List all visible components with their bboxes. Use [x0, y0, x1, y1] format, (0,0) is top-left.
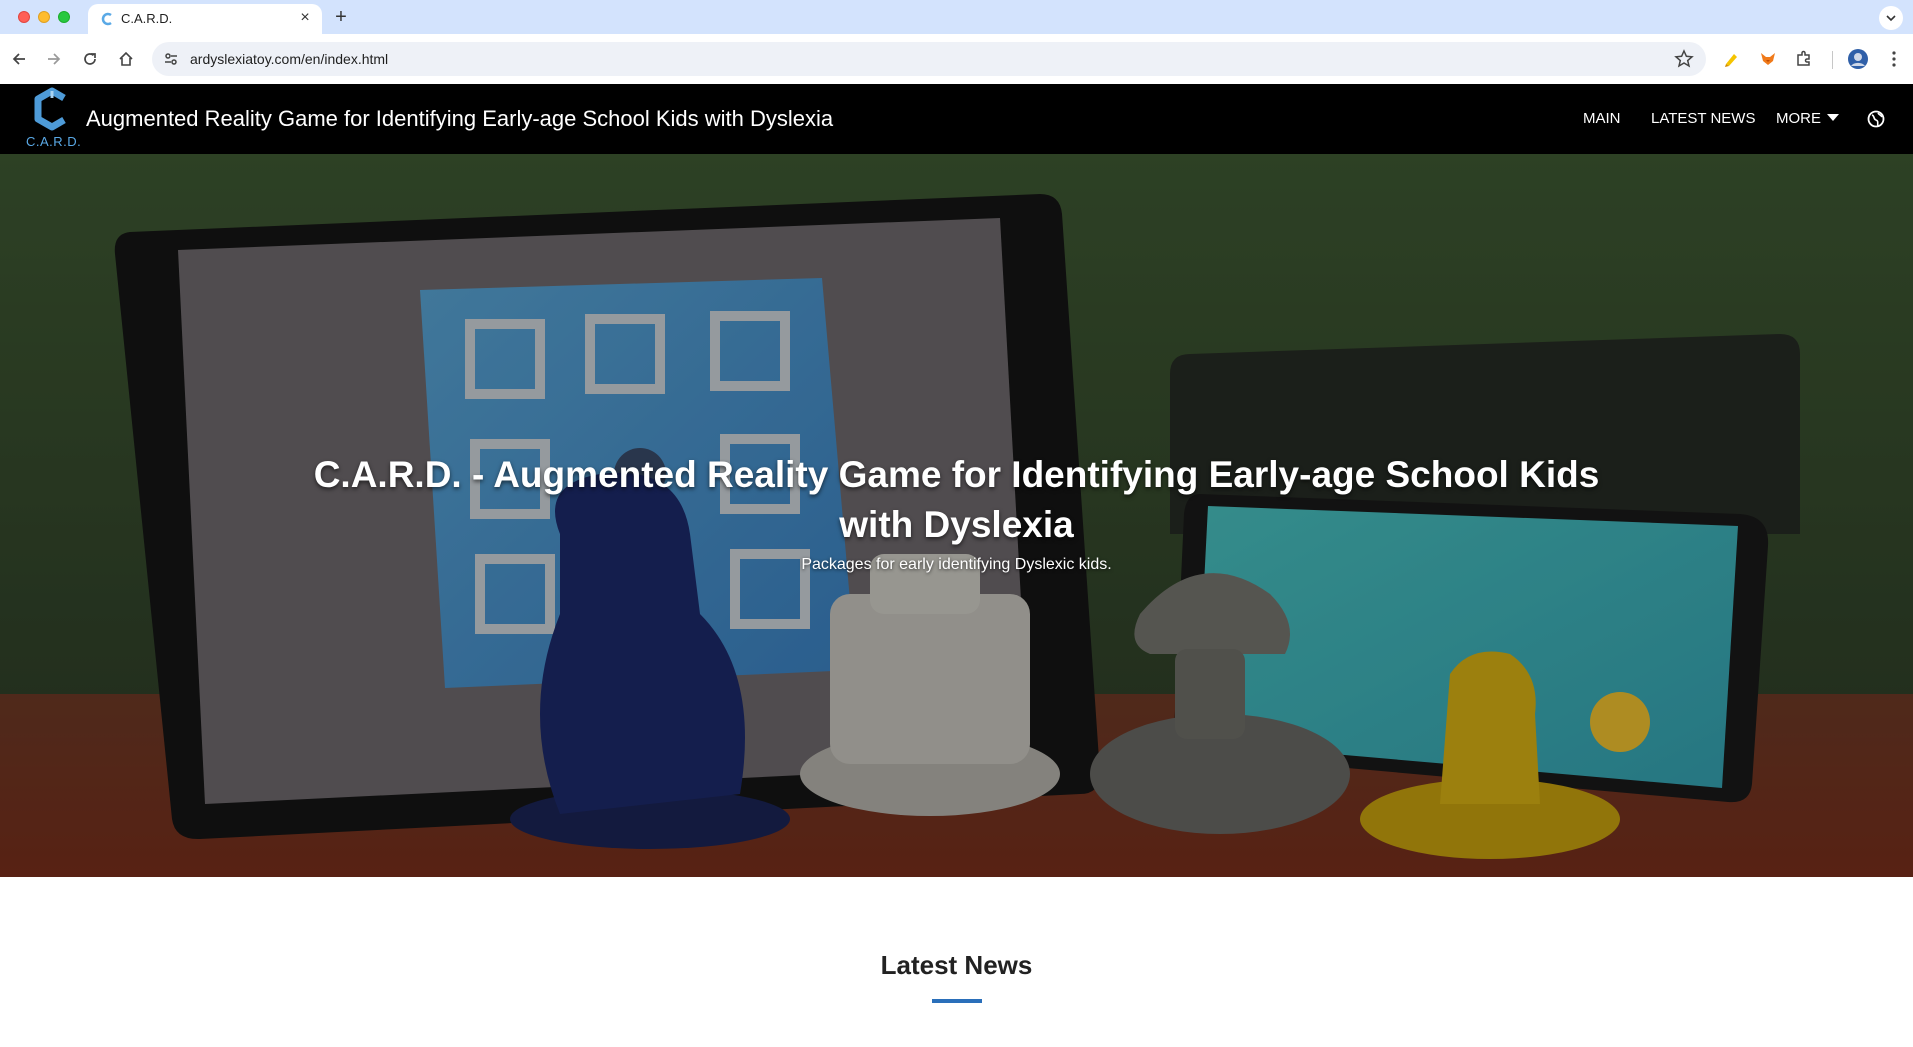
extension-fox-icon[interactable] — [1756, 47, 1780, 71]
maximize-window-button[interactable] — [58, 11, 70, 23]
bookmark-star-icon[interactable] — [1674, 49, 1694, 69]
latest-news-heading: Latest News — [880, 950, 1033, 980]
profile-avatar-icon[interactable] — [1846, 47, 1870, 71]
reload-icon[interactable] — [79, 48, 101, 70]
heading-underline — [932, 999, 982, 1003]
nav-main-link[interactable]: MAIN — [1583, 110, 1621, 127]
tab-title: C.A.R.D. — [121, 11, 173, 26]
nav-more-label: MORE — [1776, 110, 1821, 127]
logo-text: C.A.R.D. — [26, 134, 82, 149]
new-tab-icon[interactable]: + — [330, 6, 352, 28]
close-window-button[interactable] — [18, 11, 30, 23]
site-settings-icon[interactable] — [162, 50, 180, 68]
close-tab-icon[interactable]: × — [296, 9, 314, 27]
site-title[interactable]: Augmented Reality Game for Identifying E… — [86, 106, 833, 132]
browser-tab[interactable]: C.A.R.D. × — [88, 4, 322, 34]
hero-banner: C.A.R.D. - Augmented Reality Game for Id… — [0, 154, 1913, 877]
tab-search-icon[interactable] — [1879, 6, 1903, 30]
back-icon[interactable] — [8, 48, 30, 70]
address-bar[interactable]: ardyslexiatoy.com/en/index.html — [152, 42, 1706, 76]
caret-down-icon — [1827, 114, 1839, 121]
globe-icon[interactable] — [1867, 110, 1885, 128]
toolbar-separator — [1832, 51, 1833, 69]
extension-highlighter-icon[interactable] — [1720, 47, 1744, 71]
card-favicon-icon — [101, 12, 112, 26]
browser-toolbar: ardyslexiatoy.com/en/index.html — [0, 34, 1913, 84]
nav-more-dropdown[interactable]: MORE — [1776, 110, 1839, 127]
forward-icon[interactable] — [43, 48, 65, 70]
home-icon[interactable] — [115, 48, 137, 70]
hero-title: C.A.R.D. - Augmented Reality Game for Id… — [313, 454, 1600, 545]
browser-tab-strip: C.A.R.D. × + — [0, 0, 1913, 34]
minimize-window-button[interactable] — [38, 11, 50, 23]
menu-kebab-icon[interactable] — [1882, 47, 1906, 71]
extensions-puzzle-icon[interactable] — [1792, 47, 1816, 71]
nav-latest-news-link[interactable]: LATEST NEWS — [1651, 110, 1755, 127]
hero-subtitle: Packages for early identifying Dyslexic … — [801, 556, 1112, 573]
site-navbar: C.A.R.D. Augmented Reality Game for Iden… — [0, 84, 1913, 154]
url-text: ardyslexiatoy.com/en/index.html — [190, 51, 389, 67]
